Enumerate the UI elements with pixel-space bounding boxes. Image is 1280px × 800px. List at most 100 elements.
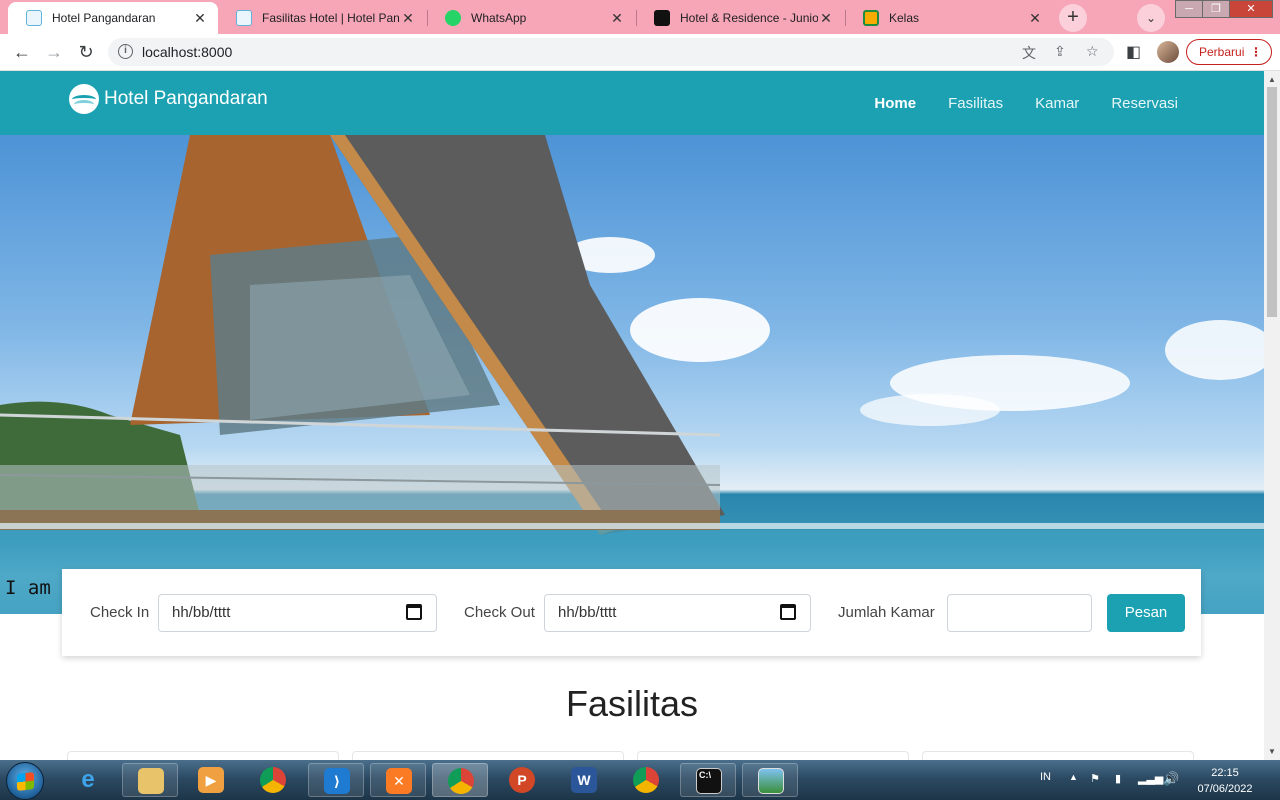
internet-explorer-app[interactable]: e [60, 763, 116, 797]
command-prompt-app[interactable]: C:\ [680, 763, 736, 797]
file-explorer-app[interactable] [122, 763, 178, 797]
media-player-app[interactable]: ▶ [183, 763, 239, 797]
start-button[interactable] [6, 762, 44, 800]
tab-hotel-pangandaran[interactable]: Hotel Pangandaran ✕ [8, 2, 218, 34]
back-button[interactable]: ← [10, 40, 34, 64]
chrome-active-app[interactable] [432, 763, 488, 797]
tab-title: Hotel Pangandaran [52, 11, 156, 25]
tab-fasilitas[interactable]: Fasilitas Hotel | Hotel Panga ✕ [218, 2, 426, 34]
language-indicator[interactable]: IN [1040, 771, 1051, 783]
info-icon[interactable]: i [118, 44, 133, 59]
hero-image: I am S [0, 135, 1264, 614]
booking-form: Check In hh/bb/tttt Check Out hh/bb/tttt… [62, 569, 1201, 656]
checkin-placeholder: hh/bb/tttt [172, 604, 231, 621]
vscode-icon: ⟩ [324, 768, 350, 794]
share-icon[interactable]: ⇪ [1054, 43, 1066, 60]
media-player-icon: ▶ [198, 767, 224, 793]
close-window-button[interactable]: ✕ [1229, 0, 1273, 18]
facility-card [67, 751, 339, 760]
command-prompt-icon: C:\ [696, 768, 722, 794]
minimize-button[interactable]: ─ [1175, 0, 1203, 18]
close-icon[interactable]: ✕ [192, 10, 208, 27]
reload-icon: ↻ [78, 42, 94, 62]
translate-icon[interactable]: 文 [1022, 43, 1036, 63]
powerpoint-app[interactable]: P [494, 763, 550, 797]
checkout-placeholder: hh/bb/tttt [558, 604, 617, 621]
volume-icon[interactable]: 🔊 [1163, 771, 1179, 787]
hotel-wave-icon [236, 10, 252, 26]
close-icon[interactable]: ✕ [400, 10, 416, 27]
network-signal-icon[interactable]: ▂▃▅ [1138, 772, 1163, 785]
chrome-icon [260, 767, 286, 793]
nav-reservasi[interactable]: Reservasi [1111, 95, 1178, 112]
rooms-input[interactable] [947, 594, 1092, 632]
battery-icon[interactable]: ▮ [1115, 772, 1121, 785]
chrome-app[interactable] [245, 763, 301, 797]
scrollbar-thumb[interactable] [1267, 87, 1277, 317]
section-title-fasilitas: Fasilitas [565, 683, 699, 724]
windows-taskbar: e ▶ ⟩ ✕ P W C:\ IN ▲ ⚑ ▮ ▂▃▅ 🔊 22:15 07/… [0, 760, 1280, 800]
checkout-date-input[interactable]: hh/bb/tttt [544, 594, 811, 632]
page-viewport: Hotel Pangandaran Home Fasilitas Kamar R… [0, 71, 1264, 760]
checkin-date-input[interactable]: hh/bb/tttt [158, 594, 437, 632]
avatar[interactable] [1157, 41, 1179, 63]
bookmark-star-icon[interactable]: ☆ [1086, 43, 1099, 60]
restore-button[interactable]: ❐ [1202, 0, 1230, 18]
close-icon[interactable]: ✕ [1027, 10, 1043, 27]
reload-button[interactable]: ↻ [74, 40, 98, 64]
action-center-icon[interactable]: ⚑ [1090, 772, 1100, 785]
arrow-right-icon: → [45, 42, 63, 62]
word-icon: W [571, 767, 597, 793]
show-hidden-icons-icon[interactable]: ▲ [1069, 772, 1078, 782]
photo-viewer-app[interactable] [742, 763, 798, 797]
vscode-app[interactable]: ⟩ [308, 763, 364, 797]
black-square-icon [654, 10, 670, 26]
wave-logo-icon [69, 84, 99, 114]
side-panel-icon[interactable]: ◧ [1126, 42, 1141, 62]
nav-fasilitas[interactable]: Fasilitas [948, 95, 1003, 112]
close-icon[interactable]: ✕ [609, 10, 625, 27]
facility-card [922, 751, 1194, 760]
facility-card [352, 751, 624, 760]
powerpoint-icon: P [509, 767, 535, 793]
chrome-profile-app[interactable] [618, 763, 674, 797]
tab-whatsapp[interactable]: WhatsApp ✕ [427, 2, 635, 34]
calendar-icon[interactable] [780, 604, 796, 620]
calendar-icon[interactable] [406, 604, 422, 620]
arrow-left-icon: ← [13, 42, 31, 62]
tab-search-button[interactable]: ⌄ [1137, 4, 1165, 32]
new-tab-button[interactable]: + [1059, 4, 1087, 32]
scroll-up-icon[interactable]: ▲ [1268, 75, 1276, 84]
forward-button[interactable]: → [42, 40, 66, 64]
checkout-label: Check Out [464, 604, 535, 621]
word-app[interactable]: W [556, 763, 612, 797]
site-navbar: Hotel Pangandaran Home Fasilitas Kamar R… [0, 71, 1264, 135]
checkin-label: Check In [90, 604, 150, 621]
update-button[interactable]: Perbarui ⋮ [1186, 39, 1272, 65]
address-bar[interactable]: i localhost:8000 文 ⇪ ☆ [108, 38, 1114, 66]
clock-time: 22:15 [1211, 767, 1239, 779]
nav-kamar[interactable]: Kamar [1035, 95, 1079, 112]
brand[interactable]: Hotel Pangandaran [69, 84, 268, 114]
tab-hotel-residence[interactable]: Hotel & Residence - Junior ✕ [636, 2, 844, 34]
tab-title: Kelas [889, 11, 920, 25]
kebab-menu-icon: ⋮ [1250, 45, 1262, 59]
tab-title: Fasilitas Hotel | Hotel Panga [262, 11, 400, 25]
rooms-label: Jumlah Kamar [838, 604, 935, 621]
scroll-down-icon[interactable]: ▼ [1268, 747, 1276, 756]
tab-kelas[interactable]: Kelas ✕ [845, 2, 1053, 34]
page-scrollbar[interactable]: ▲ ▼ [1264, 71, 1280, 760]
url-text[interactable]: localhost:8000 [142, 44, 232, 60]
xampp-app[interactable]: ✕ [370, 763, 426, 797]
nav-home[interactable]: Home [874, 95, 916, 112]
folder-icon [138, 768, 164, 794]
system-clock[interactable]: 22:15 07/06/2022 [1190, 765, 1260, 797]
photo-viewer-icon [758, 768, 784, 794]
whatsapp-icon [445, 10, 461, 26]
pesan-button[interactable]: Pesan [1107, 594, 1185, 632]
close-icon[interactable]: ✕ [818, 10, 834, 27]
tab-title: WhatsApp [471, 11, 527, 25]
clock-date: 07/06/2022 [1197, 783, 1253, 795]
brand-name: Hotel Pangandaran [104, 88, 268, 109]
hotel-wave-icon [26, 10, 42, 26]
